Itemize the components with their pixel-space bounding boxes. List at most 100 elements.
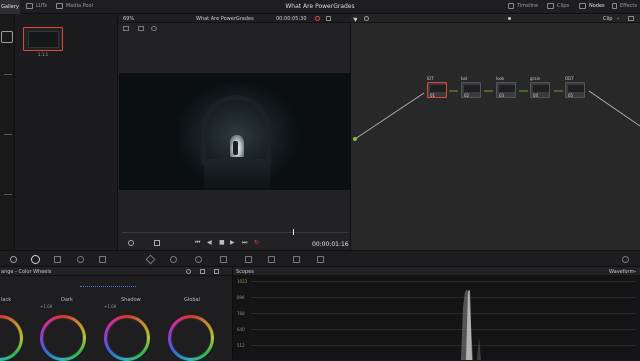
node-idt[interactable]: 01	[427, 82, 447, 98]
tracker-icon[interactable]	[245, 256, 252, 263]
reverse-button[interactable]: ◀	[207, 239, 212, 246]
play-button[interactable]: ▶	[230, 239, 235, 246]
luts-tab-label: LUTs	[36, 3, 48, 9]
clips-icon	[547, 3, 554, 9]
source-input-dot[interactable]	[353, 137, 357, 141]
media-pool-icon	[56, 3, 63, 9]
nodes-icon	[579, 3, 586, 9]
wheel-value: +1.00	[40, 304, 53, 309]
gallery-panel: 1.1.1	[15, 14, 117, 250]
wheel-label: Global	[184, 297, 200, 303]
luts-tab[interactable]: LUTs	[26, 3, 47, 9]
scope-toggle-icon[interactable]	[622, 256, 629, 263]
color-wheel-black[interactable]	[0, 315, 23, 361]
timecode-top: 00:00:05:30	[276, 16, 307, 22]
node-bal[interactable]: 02	[461, 82, 481, 98]
clips-tab-label: Clips	[557, 3, 570, 9]
wheel-label: Dark	[61, 297, 73, 303]
effects-icon	[612, 3, 617, 9]
media-pool-tab[interactable]: Media Pool	[56, 3, 93, 9]
wheels-mode-icon[interactable]	[186, 269, 191, 274]
timeline-tab-label: Timeline	[517, 3, 539, 9]
clip-name[interactable]: What Are PowerGrades	[196, 16, 254, 22]
scrubber-track[interactable]	[122, 232, 348, 233]
node-number: 04	[533, 93, 539, 98]
timecode-bottom: 00:00:01:16	[312, 241, 349, 248]
gallery-tab[interactable]: Gallery	[0, 0, 20, 14]
project-title: What Are PowerGrades	[285, 3, 355, 10]
input-link	[354, 92, 425, 140]
waveform-trace	[461, 289, 481, 360]
audio-icon[interactable]	[128, 240, 134, 246]
node-name: IDT	[427, 76, 434, 81]
node-name: bal	[461, 76, 468, 81]
timeline-icon	[508, 3, 514, 9]
node-name: ODT	[565, 76, 574, 81]
key-icon[interactable]	[317, 256, 324, 263]
effects-tab[interactable]: Effects	[612, 3, 637, 9]
viewer-panel: 69% What Are PowerGrades 00:00:05:30 ⏮ ◀…	[117, 14, 352, 250]
wheels-reset-icon[interactable]	[214, 269, 219, 274]
color-wheel-dark[interactable]	[40, 315, 86, 361]
rgb-mixer-icon[interactable]	[77, 256, 84, 263]
node-grain[interactable]: 04	[530, 82, 550, 98]
camera-raw-icon[interactable]	[10, 256, 17, 263]
speaker-icon[interactable]	[154, 240, 160, 246]
window-icon[interactable]	[220, 256, 227, 263]
highlight-icon[interactable]	[151, 26, 157, 31]
gallery-still[interactable]	[23, 27, 63, 51]
node-odt[interactable]: 05	[565, 82, 585, 98]
album-icon[interactable]	[1, 31, 13, 43]
media-pool-tab-label: Media Pool	[66, 3, 93, 9]
color-wheels-icon[interactable]	[31, 255, 40, 264]
image-wipe-icon[interactable]	[123, 26, 129, 31]
clips-tab[interactable]: Clips	[547, 3, 569, 9]
color-wheels-header: ange - Color Wheels	[0, 267, 232, 276]
luts-icon	[26, 3, 33, 9]
zoom-level[interactable]: 69%	[123, 16, 134, 22]
wheel-label: lack	[1, 297, 12, 303]
node-thumbnail	[499, 85, 515, 92]
still-thumbnail	[28, 31, 59, 48]
node-name: grain	[530, 76, 541, 81]
node-look[interactable]: 03	[496, 82, 516, 98]
hdr-icon[interactable]	[54, 256, 61, 263]
playhead[interactable]	[293, 229, 294, 235]
nodes-tab-label: Nodes	[589, 3, 605, 9]
node-number: 02	[464, 93, 470, 98]
wheels-options-icon[interactable]	[200, 269, 205, 274]
options-icon[interactable]	[326, 16, 331, 21]
loop-button[interactable]: ↻	[254, 239, 259, 246]
color-wheel-shadow[interactable]	[104, 315, 150, 361]
magic-mask-icon[interactable]	[268, 256, 275, 263]
split-screen-icon[interactable]	[138, 26, 144, 31]
scopes-panel: Scopes Waveform ⌄ 1023 896 768 640 512	[232, 267, 640, 360]
page-dots[interactable]	[80, 282, 136, 287]
qualifier-icon[interactable]	[195, 256, 202, 263]
skip-start-button[interactable]: ⏮	[195, 239, 200, 247]
node-thumbnail	[464, 85, 480, 92]
color-warper-icon[interactable]	[170, 256, 177, 263]
timeline-tab[interactable]: Timeline	[508, 3, 538, 9]
curves-icon[interactable]	[145, 254, 156, 265]
color-wheel-global[interactable]	[168, 315, 214, 361]
video-frame	[119, 73, 351, 190]
motion-effects-icon[interactable]	[99, 256, 106, 263]
node-number: 05	[568, 93, 574, 98]
palette-toolbar	[0, 250, 640, 267]
nodes-tab[interactable]: Nodes	[579, 3, 605, 9]
node-number: 01	[430, 93, 436, 98]
node-thumbnail	[568, 85, 584, 92]
viewer-header: 69% What Are PowerGrades 00:00:05:30	[118, 14, 352, 23]
node-thumbnail	[430, 85, 446, 92]
skip-end-button[interactable]: ⏭	[242, 239, 247, 247]
still-label: 1.1.1	[38, 52, 49, 57]
figure-silhouette	[233, 141, 238, 155]
stop-button[interactable]: ■	[219, 239, 225, 246]
color-wheels-panel: ange - Color Wheels lack Dark Shadow Glo…	[0, 267, 232, 361]
node-number: 03	[499, 93, 505, 98]
album-list	[0, 14, 15, 250]
blur-icon[interactable]	[293, 256, 300, 263]
loop-icon[interactable]	[315, 16, 320, 21]
effects-tab-label: Effects	[620, 3, 637, 9]
